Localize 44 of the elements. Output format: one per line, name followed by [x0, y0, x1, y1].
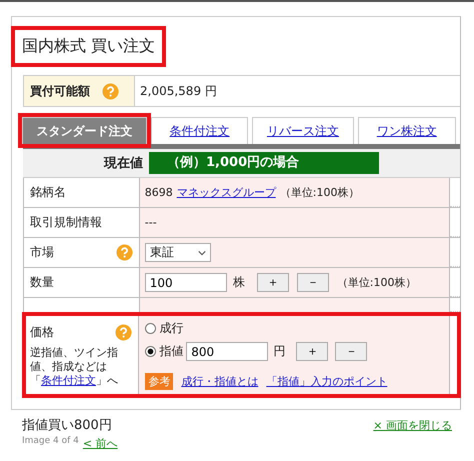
order-tab[interactable]: ワン株注文: [358, 117, 456, 144]
unit-note: （単位:100株）: [280, 185, 360, 200]
reference-tag: 参考: [145, 373, 174, 390]
page-title: 国内株式 買い注文: [11, 26, 166, 67]
field-value: ---: [144, 216, 157, 229]
quantity-field[interactable]: 100: [144, 273, 227, 292]
help-icon[interactable]: [116, 244, 133, 261]
radio-button[interactable]: [145, 323, 156, 334]
help-link[interactable]: 「指値」入力のポイント: [266, 374, 388, 389]
field-label: 銘柄名: [30, 184, 66, 201]
help-icon[interactable]: [115, 324, 132, 341]
conditional-order-link[interactable]: 条件付注文: [41, 374, 96, 386]
field-label: 現在値: [102, 155, 144, 172]
field-label: 取引規制情報: [30, 214, 102, 231]
step-button[interactable]: －: [335, 342, 368, 361]
price-field[interactable]: 800: [186, 342, 268, 361]
help-icon[interactable]: [102, 82, 119, 100]
amount-text: 2,005,589 円: [140, 82, 217, 100]
caption-text: 指値買い800円: [22, 417, 113, 434]
hint-text: 逆指値、ツイン指値、指成などは「条件付注文」へ: [30, 346, 119, 388]
step-button[interactable]: ＋: [256, 273, 289, 292]
close-link[interactable]: × 画面を閉じる: [373, 418, 452, 451]
help-link[interactable]: 成行・指値とは: [181, 374, 258, 389]
radio-button[interactable]: [145, 346, 156, 357]
field-label: 価格: [30, 324, 54, 341]
order-tab[interactable]: リバース注文: [252, 117, 354, 144]
option-label: 成行: [159, 320, 184, 337]
field-label: 数量: [30, 274, 54, 291]
caret-icon: [198, 250, 206, 256]
unit-label: 株: [232, 274, 245, 291]
order-tab[interactable]: 条件付注文: [150, 117, 248, 144]
stock-link[interactable]: マネックスグループ: [176, 185, 276, 200]
price-banner: （例）1,000円の場合: [149, 152, 379, 174]
option-label: 指値: [159, 343, 184, 360]
image-counter: Image 4 of 4: [22, 436, 79, 448]
field-label: 市場: [30, 244, 54, 261]
previous-link[interactable]: < 前へ: [82, 436, 118, 451]
stock-code: 8698: [144, 186, 173, 199]
unit-label: 円: [273, 343, 286, 360]
market-select[interactable]: 東証: [144, 243, 211, 262]
step-button[interactable]: －: [296, 273, 329, 292]
unit-note: （単位:100株）: [336, 275, 416, 290]
field-label: 買付可能額: [30, 82, 90, 100]
step-button[interactable]: ＋: [296, 342, 328, 361]
